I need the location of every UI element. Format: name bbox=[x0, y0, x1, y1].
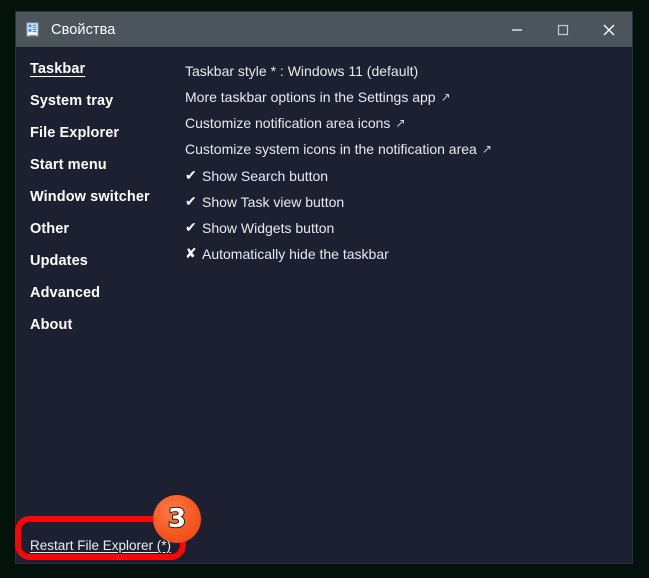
option-show-task-view-button[interactable]: ✔ Show Task view button bbox=[185, 193, 344, 210]
sidebar-nav: Taskbar System tray File Explorer Start … bbox=[16, 47, 166, 563]
option-label: Taskbar style * : Windows 11 (default) bbox=[185, 63, 419, 79]
sidebar-item-about[interactable]: About bbox=[30, 317, 72, 333]
option-label: More taskbar options in the Settings app bbox=[185, 89, 436, 105]
checkmark-icon: ✔ bbox=[185, 219, 197, 235]
external-link-arrow-icon: ↗ bbox=[481, 142, 492, 156]
option-label: Customize system icons in the notificati… bbox=[185, 141, 477, 157]
minimize-button[interactable] bbox=[494, 12, 540, 47]
external-link-arrow-icon: ↗ bbox=[395, 116, 406, 130]
sidebar-item-start-menu[interactable]: Start menu bbox=[30, 157, 107, 173]
window-content: Taskbar System tray File Explorer Start … bbox=[16, 47, 632, 563]
properties-window: Свойства Taskbar System tray File Explor… bbox=[16, 12, 632, 563]
sidebar-item-other[interactable]: Other bbox=[30, 221, 69, 237]
option-label: Customize notification area icons bbox=[185, 115, 391, 131]
sidebar-item-updates[interactable]: Updates bbox=[30, 253, 88, 269]
window-title: Свойства bbox=[51, 21, 116, 38]
sidebar-item-advanced[interactable]: Advanced bbox=[30, 285, 100, 301]
sidebar-item-taskbar[interactable]: Taskbar bbox=[30, 61, 85, 77]
sidebar-item-system-tray[interactable]: System tray bbox=[30, 93, 113, 109]
sidebar-item-file-explorer[interactable]: File Explorer bbox=[30, 125, 119, 141]
external-link-arrow-icon: ↗ bbox=[440, 90, 451, 104]
checkmark-icon: ✔ bbox=[185, 167, 197, 183]
maximize-button[interactable] bbox=[540, 12, 586, 47]
option-show-widgets-button[interactable]: ✔ Show Widgets button bbox=[185, 219, 334, 236]
link-customize-system-icons[interactable]: Customize system icons in the notificati… bbox=[185, 141, 492, 157]
restart-file-explorer-link[interactable]: Restart File Explorer (*) bbox=[30, 538, 171, 553]
window-titlebar[interactable]: Свойства bbox=[16, 12, 632, 47]
option-taskbar-style[interactable]: Taskbar style * : Windows 11 (default) bbox=[185, 63, 418, 79]
close-button[interactable] bbox=[586, 12, 632, 47]
option-auto-hide-taskbar[interactable]: ✘ Automatically hide the taskbar bbox=[185, 245, 389, 262]
option-show-search-button[interactable]: ✔ Show Search button bbox=[185, 167, 328, 184]
link-customize-notification-area-icons[interactable]: Customize notification area icons ↗ bbox=[185, 115, 406, 131]
option-label: Show Task view button bbox=[202, 193, 345, 210]
option-label: Show Widgets button bbox=[202, 219, 335, 236]
link-more-taskbar-options[interactable]: More taskbar options in the Settings app… bbox=[185, 89, 451, 105]
options-pane: Taskbar style * : Windows 11 (default) M… bbox=[166, 47, 632, 563]
properties-document-icon bbox=[26, 22, 42, 38]
checkmark-icon: ✔ bbox=[185, 193, 197, 209]
sidebar-item-window-switcher[interactable]: Window switcher bbox=[30, 189, 150, 205]
cross-mark-icon: ✘ bbox=[185, 245, 197, 261]
option-label: Show Search button bbox=[202, 167, 329, 184]
option-label: Automatically hide the taskbar bbox=[202, 245, 389, 262]
